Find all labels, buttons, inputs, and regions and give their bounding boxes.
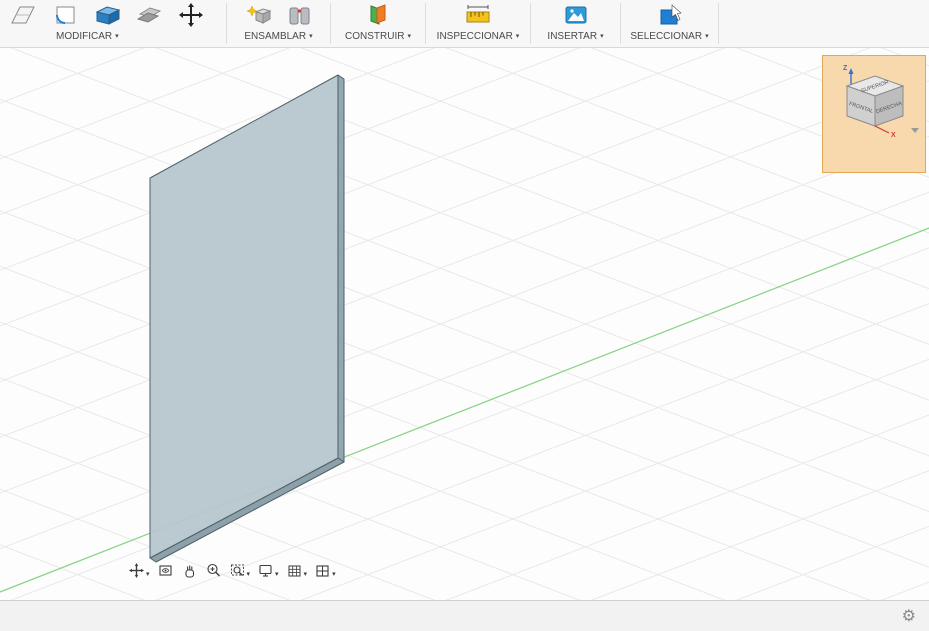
- viewcube-graphic: Z SUPERIOR FRONTAL DERECHA X: [843, 65, 919, 139]
- select-cursor-icon[interactable]: [655, 2, 685, 28]
- scene-3d: [0, 74, 929, 593]
- look-at-button[interactable]: [157, 562, 174, 579]
- shell-icon[interactable]: [92, 2, 122, 28]
- insert-image-icon[interactable]: [561, 2, 591, 28]
- chevron-down-icon: ▾: [332, 571, 336, 578]
- toolbar-menu-inspeccionar[interactable]: INSPECCIONAR ▾: [437, 31, 520, 42]
- toolbar-menu-label: MODIFICAR: [56, 31, 113, 42]
- chevron-down-icon: ▾: [407, 32, 411, 40]
- sheet-body[interactable]: [149, 74, 345, 563]
- panel-side-face[interactable]: [337, 74, 345, 463]
- viewcube[interactable]: Z SUPERIOR FRONTAL DERECHA X: [822, 55, 926, 173]
- toolbar-group-modificar: MODIFICAR ▾: [0, 0, 226, 48]
- move-copy-icon[interactable]: [176, 2, 206, 28]
- fit-button[interactable]: ▾: [229, 562, 251, 579]
- pan-button[interactable]: [181, 562, 198, 579]
- toolbar-group-seleccionar: SELECCIONAR ▾: [621, 0, 718, 48]
- toolbar-menu-label: SELECCIONAR: [630, 31, 703, 42]
- viewports-button[interactable]: ▾: [314, 562, 336, 579]
- pan-hand-icon: [184, 565, 194, 578]
- display-settings-icon: [259, 564, 272, 577]
- chevron-down-icon: ▾: [146, 571, 150, 578]
- chevron-down-icon: ▾: [515, 32, 520, 40]
- toolbar-menu-modificar[interactable]: MODIFICAR ▾: [56, 31, 119, 42]
- chevron-down-icon: ▾: [600, 32, 604, 40]
- toolbar-menu-label: INSPECCIONAR: [436, 31, 513, 42]
- construction-plane-icon[interactable]: [363, 2, 393, 28]
- navigation-bar: ▾ ▾ ▾ ▾ ▾: [128, 562, 336, 579]
- chevron-down-icon: ▾: [115, 32, 119, 40]
- chevron-down-icon: ▾: [246, 571, 251, 578]
- toolbar-group-construir: CONSTRUIR ▾: [331, 0, 425, 48]
- look-at-icon: [158, 565, 172, 576]
- chevron-down-icon: ▾: [275, 571, 279, 578]
- toolbar-menu-construir[interactable]: CONSTRUIR ▾: [345, 31, 411, 42]
- x-axis-label: X: [891, 132, 896, 139]
- viewport-canvas[interactable]: Z SUPERIOR FRONTAL DERECHA X ▾ ▾ ▾ ▾ ▾: [0, 48, 929, 600]
- toolbar-menu-seleccionar[interactable]: SELECCIONAR ▾: [630, 31, 708, 42]
- grid-icon: [288, 565, 301, 577]
- main-toolbar: MODIFICAR ▾ ENSAMBLAR ▾ CONSTRUIR ▾ INSP…: [0, 0, 929, 48]
- status-bar: ⚙: [0, 600, 929, 631]
- toolbar-menu-label: CONSTRUIR: [345, 31, 405, 42]
- x-axis-line: [0, 227, 929, 593]
- measure-icon[interactable]: [463, 2, 493, 28]
- orbit-icon: [129, 563, 144, 578]
- fit-zoom-icon: [230, 564, 244, 576]
- toolbar-group-inspeccionar: INSPECCIONAR ▾: [426, 0, 530, 48]
- press-pull-icon[interactable]: [8, 2, 38, 28]
- combine-icon[interactable]: [134, 2, 164, 28]
- toolbar-divider: [718, 3, 719, 44]
- zoom-icon: [206, 563, 220, 577]
- toolbar-group-insertar: INSERTAR ▾: [531, 0, 620, 48]
- fusion-app: MODIFICAR ▾ ENSAMBLAR ▾ CONSTRUIR ▾ INSP…: [0, 0, 929, 631]
- orbit-button[interactable]: ▾: [128, 562, 150, 579]
- toolbar-group-ensamblar: ENSAMBLAR ▾: [227, 0, 330, 48]
- chevron-down-icon: ▾: [303, 571, 308, 578]
- chevron-down-icon: ▾: [705, 32, 709, 40]
- chevron-down-icon: ▾: [309, 32, 313, 40]
- z-axis-label: Z: [843, 65, 848, 72]
- grid-snaps-button[interactable]: ▾: [286, 562, 308, 579]
- zoom-button[interactable]: [205, 562, 222, 579]
- panel-front-face[interactable]: [149, 74, 339, 559]
- toolbar-menu-label: ENSAMBLAR: [244, 31, 307, 42]
- viewcube-menu-chevron-icon[interactable]: [911, 128, 919, 133]
- settings-gear-icon[interactable]: ⚙: [902, 606, 916, 626]
- viewports-icon: [316, 565, 329, 577]
- new-component-icon[interactable]: [244, 2, 274, 28]
- fillet-icon[interactable]: [50, 2, 80, 28]
- display-settings-button[interactable]: ▾: [257, 562, 279, 579]
- joint-icon[interactable]: [284, 2, 314, 28]
- toolbar-menu-insertar[interactable]: INSERTAR ▾: [547, 31, 603, 42]
- toolbar-menu-label: INSERTAR: [547, 31, 598, 42]
- toolbar-menu-ensamblar[interactable]: ENSAMBLAR ▾: [244, 31, 312, 42]
